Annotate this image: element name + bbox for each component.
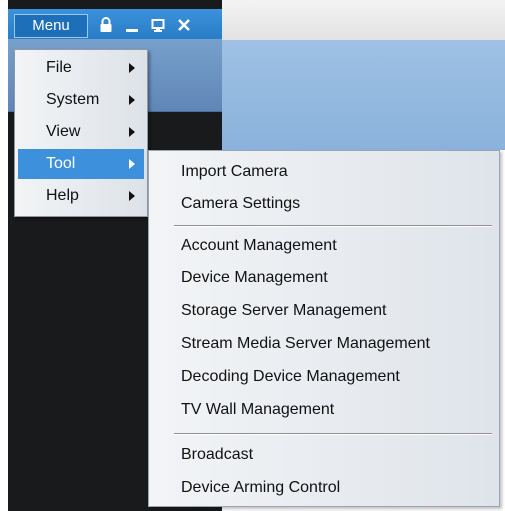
minimize-icon[interactable]	[124, 16, 140, 34]
menu-item-label: Help	[46, 187, 79, 204]
menu-item-help[interactable]: Help	[18, 181, 144, 211]
window-controls	[98, 16, 192, 36]
submenu-item-account-management[interactable]: Account Management	[181, 231, 337, 261]
menu-item-label: View	[46, 123, 81, 140]
restore-icon[interactable]	[150, 16, 166, 34]
submenu-arrow-icon	[129, 95, 135, 105]
content-header-background	[222, 40, 505, 150]
menu-item-label: File	[46, 59, 72, 76]
submenu-arrow-icon	[129, 127, 135, 137]
submenu-item-import-camera[interactable]: Import Camera	[181, 157, 288, 187]
menu-item-view[interactable]: View	[18, 117, 144, 147]
menu-separator	[174, 433, 492, 435]
close-icon[interactable]	[176, 16, 192, 34]
submenu-item-storage-server-management[interactable]: Storage Server Management	[181, 296, 386, 326]
submenu-item-tv-wall-management[interactable]: TV Wall Management	[181, 395, 334, 425]
submenu-item-stream-media-server-management[interactable]: Stream Media Server Management	[181, 329, 430, 359]
lock-icon[interactable]	[98, 16, 114, 34]
submenu-item-device-arming-control[interactable]: Device Arming Control	[181, 473, 340, 503]
menu-item-tool[interactable]: Tool	[18, 149, 144, 179]
menu-item-file[interactable]: File	[18, 53, 144, 83]
submenu-arrow-icon	[129, 191, 135, 201]
submenu-item-decoding-device-management[interactable]: Decoding Device Management	[181, 362, 400, 392]
menu-item-label: System	[46, 91, 100, 108]
submenu-item-camera-settings[interactable]: Camera Settings	[181, 189, 300, 219]
submenu-arrow-icon	[129, 63, 135, 73]
submenu-item-device-management[interactable]: Device Management	[181, 263, 328, 293]
submenu-item-broadcast[interactable]: Broadcast	[181, 440, 253, 470]
menu-item-system[interactable]: System	[18, 85, 144, 115]
tool-submenu: Import Camera Camera Settings Account Ma…	[148, 150, 500, 507]
top-bar-background	[222, 0, 505, 41]
main-menu: File System View Tool Help	[14, 49, 148, 217]
menu-button[interactable]: Menu	[14, 14, 88, 38]
submenu-arrow-icon	[129, 159, 135, 169]
menu-separator	[174, 225, 492, 227]
menu-item-label: Tool	[46, 155, 76, 172]
